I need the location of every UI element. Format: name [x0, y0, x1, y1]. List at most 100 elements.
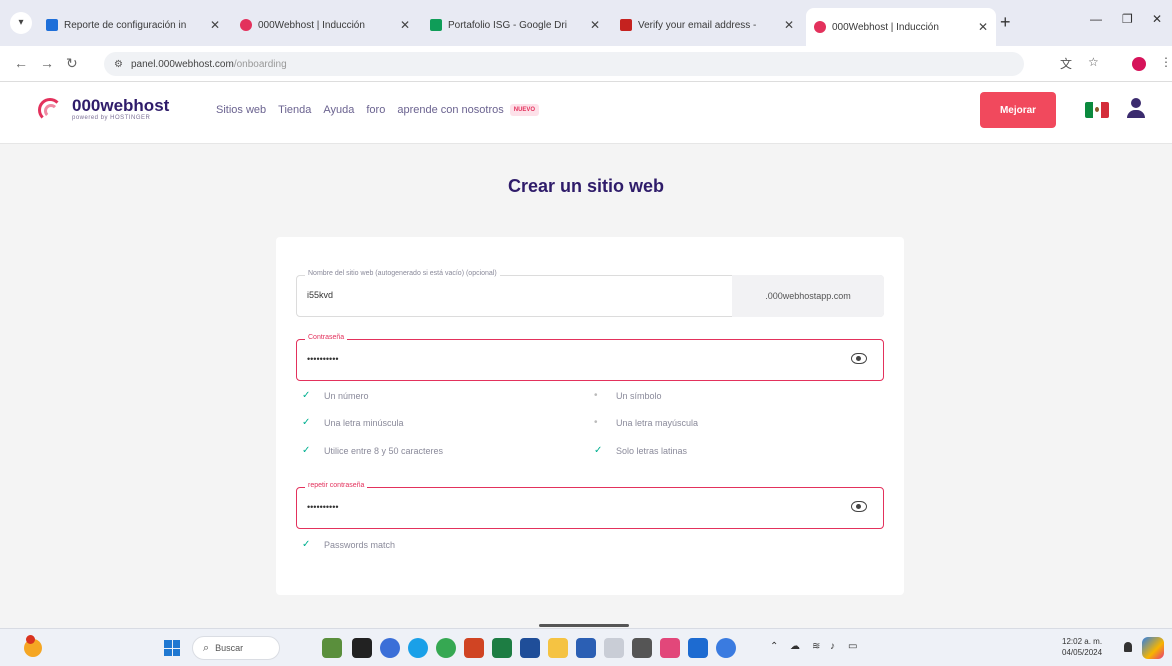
site-name-label: Nombre del sitio web (autogenerado si es… — [305, 270, 500, 277]
password-field[interactable]: Contraseña •••••••••• — [296, 334, 884, 381]
tab-favicon-icon — [46, 19, 58, 31]
reload-icon[interactable]: ↻ — [66, 55, 78, 72]
site-name-value: i55kvd — [307, 290, 334, 300]
pending-dot-icon: • — [594, 417, 598, 428]
tab-title: Portafolio ISG - Google Dri — [448, 19, 567, 31]
chat-app-icon[interactable] — [380, 638, 400, 658]
browser-tab[interactable]: Reporte de configuración in ✕ — [38, 12, 228, 38]
tab-favicon-icon — [240, 19, 252, 31]
show-password-eye-icon[interactable] — [851, 353, 867, 364]
tab-title: 000Webhost | Inducción — [258, 19, 365, 31]
mexico-flag-icon[interactable] — [1085, 102, 1109, 118]
excel-icon[interactable] — [492, 638, 512, 658]
rule-number: ✓ Un número — [302, 390, 369, 401]
powerpoint-icon[interactable] — [464, 638, 484, 658]
browser-app-icon[interactable] — [716, 638, 736, 658]
tab-search-menu-icon[interactable]: ▾ — [10, 12, 32, 34]
main-nav: Sitios web Tienda Ayuda foro aprende con… — [216, 104, 540, 116]
wifi-icon[interactable]: ≋ — [812, 641, 820, 652]
show-repeat-password-eye-icon[interactable] — [851, 501, 867, 512]
vscode-icon[interactable] — [688, 638, 708, 658]
volume-icon[interactable]: ♪ — [830, 641, 835, 652]
bookmark-star-icon[interactable]: ☆ — [1088, 55, 1099, 69]
notification-bell-icon[interactable] — [1124, 642, 1132, 652]
tab-close-icon[interactable]: ✕ — [784, 18, 794, 32]
browser-menu-icon[interactable]: ⋮ — [1160, 55, 1172, 69]
tray-overflow-icon[interactable]: ⌃ — [770, 641, 778, 652]
brand-name: 000webhost — [72, 96, 170, 115]
browser-tab-strip: ▾ Reporte de configuración in ✕ 000Webho… — [0, 0, 1172, 46]
create-site-card: Nombre del sitio web (autogenerado si es… — [276, 237, 904, 595]
app-icon[interactable] — [660, 638, 680, 658]
site-info-icon[interactable]: ⚙ — [114, 59, 123, 70]
nav-item-sitios-web[interactable]: Sitios web — [216, 104, 266, 116]
brand-subtitle: powered by HOSTINGER — [72, 115, 151, 121]
tab-close-icon[interactable]: ✕ — [978, 20, 988, 34]
edge-icon[interactable] — [408, 638, 428, 658]
window-close-icon[interactable]: ✕ — [1152, 12, 1162, 26]
scroll-handle[interactable] — [539, 624, 629, 627]
check-icon: ✓ — [302, 539, 311, 550]
widgets-app-icon[interactable] — [322, 638, 342, 658]
browser-tab-active[interactable]: 000Webhost | Inducción ✕ — [806, 8, 996, 46]
tab-close-icon[interactable]: ✕ — [210, 18, 220, 32]
rule-symbol: • Un símbolo — [594, 390, 662, 401]
tab-close-icon[interactable]: ✕ — [400, 18, 410, 32]
domain-suffix: .000webhostapp.com — [732, 275, 884, 317]
chrome-icon[interactable] — [436, 638, 456, 658]
upgrade-button[interactable]: Mejorar — [980, 92, 1056, 128]
tab-title: 000Webhost | Inducción — [832, 21, 939, 33]
nav-item-foro[interactable]: foro — [366, 104, 385, 116]
url-field[interactable]: ⚙ panel.000webhost.com/onboarding — [104, 52, 1024, 76]
site-logo[interactable]: 000webhost powered by HOSTINGER — [36, 94, 169, 124]
search-icon: ⌕ — [203, 641, 210, 654]
minimize-icon[interactable]: — — [1090, 12, 1102, 26]
taskbar-clock[interactable]: 12:02 a. m. 04/05/2024 — [1062, 636, 1102, 658]
notepad-icon[interactable] — [604, 638, 624, 658]
forward-icon[interactable]: → — [40, 55, 54, 71]
new-tab-icon[interactable]: + — [1000, 12, 1011, 33]
password-value: •••••••••• — [307, 354, 339, 364]
nav-item-tienda[interactable]: Tienda — [278, 104, 311, 116]
back-icon[interactable]: ← — [14, 55, 28, 71]
browser-tab[interactable]: 000Webhost | Inducción ✕ — [232, 12, 418, 38]
page-title: Crear un sitio web — [507, 176, 665, 196]
app-icon[interactable] — [632, 638, 652, 658]
check-icon: ✓ — [302, 390, 311, 401]
tab-title: Verify your email address - — [638, 19, 757, 31]
battery-icon[interactable]: ▭ — [848, 641, 857, 652]
browser-tab[interactable]: Verify your email address - ✕ — [612, 12, 802, 38]
restore-icon[interactable]: ❐ — [1122, 12, 1133, 26]
word-icon[interactable] — [576, 638, 596, 658]
rule-length: ✓ Utilice entre 8 y 50 caracteres — [302, 445, 444, 456]
repeat-password-field[interactable]: repetir contraseña •••••••••• — [296, 482, 884, 529]
onedrive-icon[interactable]: ☁ — [790, 641, 800, 652]
passwords-match-status: ✓ Passwords match — [302, 539, 396, 550]
profile-avatar-icon[interactable] — [1132, 57, 1146, 71]
translate-icon[interactable]: 文 — [1060, 55, 1072, 72]
url-path: /onboarding — [233, 58, 287, 70]
store-icon[interactable] — [520, 638, 540, 658]
copilot-icon[interactable] — [1142, 637, 1164, 659]
repeat-password-value: •••••••••• — [307, 502, 339, 512]
site-name-field[interactable]: Nombre del sitio web (autogenerado si es… — [296, 270, 884, 317]
file-explorer-icon[interactable] — [548, 638, 568, 658]
nav-new-badge: NUEVO — [509, 104, 540, 116]
pending-dot-icon: • — [594, 390, 598, 401]
browser-tab[interactable]: Portafolio ISG - Google Dri ✕ — [422, 12, 608, 38]
tab-favicon-icon — [814, 21, 826, 33]
rule-lowercase: ✓ Una letra minúscula — [302, 417, 404, 428]
nav-item-aprende[interactable]: aprende con nosotros — [397, 104, 503, 116]
tab-favicon-icon — [430, 19, 442, 31]
windows-taskbar: ⌕ Buscar ⌃ ☁ ≋ ♪ ▭ 12:02 a. m. 04/05/202… — [0, 628, 1172, 666]
clock-date: 04/05/2024 — [1062, 648, 1103, 657]
nav-item-ayuda[interactable]: Ayuda — [323, 104, 354, 116]
weather-widget-icon[interactable] — [24, 635, 42, 657]
tab-close-icon[interactable]: ✕ — [590, 18, 600, 32]
task-view-icon[interactable] — [352, 638, 372, 658]
taskbar-search-box[interactable]: ⌕ Buscar — [192, 636, 280, 660]
start-button-icon[interactable] — [164, 640, 180, 656]
user-account-icon[interactable] — [1126, 98, 1146, 120]
check-icon: ✓ — [594, 445, 603, 456]
clock-time: 12:02 a. m. — [1062, 637, 1103, 646]
